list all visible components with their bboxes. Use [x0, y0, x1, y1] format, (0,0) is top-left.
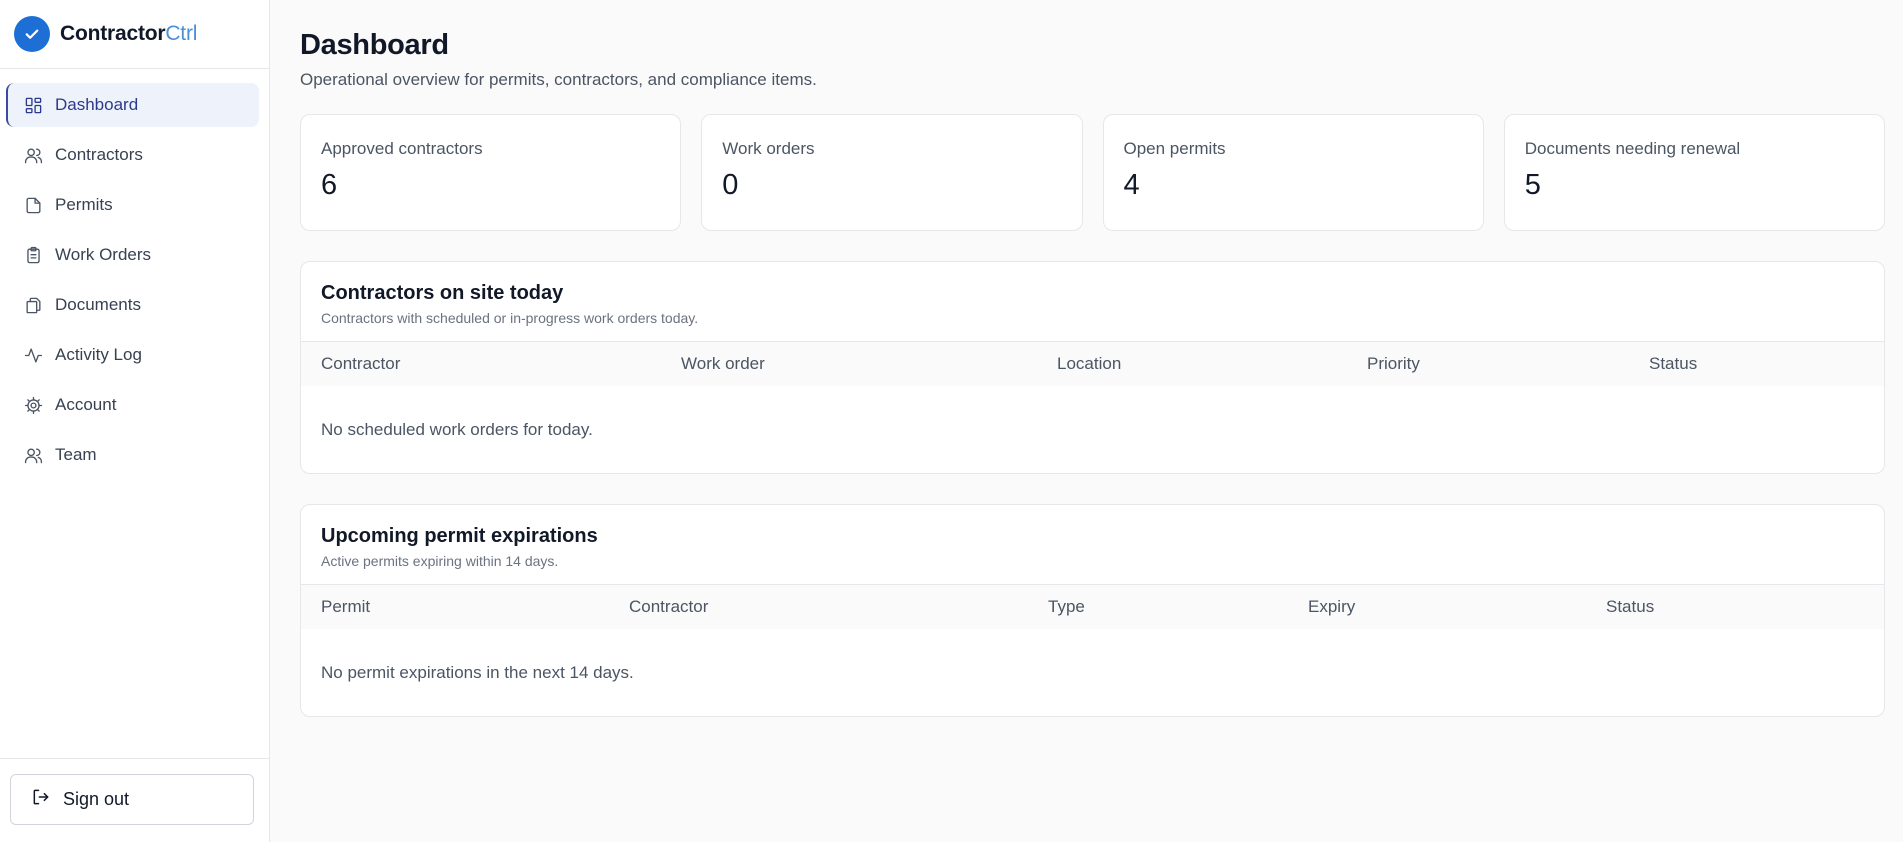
empty-state: No permit expirations in the next 14 day…: [321, 662, 634, 682]
column-header-permit[interactable]: Permit: [321, 597, 629, 617]
stat-label: Approved contractors: [321, 139, 483, 158]
stat-card-work-orders[interactable]: Work orders 0: [701, 114, 1083, 231]
expirations-panel: Upcoming permit expirations Active permi…: [300, 504, 1885, 717]
stat-label: Documents needing renewal: [1524, 139, 1741, 158]
sidebar-item-contractors[interactable]: Contractors: [6, 133, 259, 177]
log-out-icon: [31, 787, 51, 812]
table-header: Permit Contractor Type Expiry Status: [301, 585, 1884, 629]
panel-title: Contractors on site today: [321, 282, 564, 304]
panel-header: Contractors on site today Contractors wi…: [301, 262, 1884, 342]
sidebar-item-documents[interactable]: Documents: [6, 283, 259, 327]
empty-state: No scheduled work orders for today.: [321, 419, 593, 439]
column-header-status[interactable]: Status: [1606, 597, 1654, 617]
sidebar-item-work-orders[interactable]: Work Orders: [6, 233, 259, 277]
panel-description: Contractors with scheduled or in-progres…: [321, 310, 699, 326]
stat-value: 4: [1123, 169, 1140, 201]
sidebar-item-account[interactable]: Account: [6, 383, 259, 427]
page-title: Dashboard: [300, 29, 449, 61]
check-icon: [14, 16, 50, 52]
documents-icon: [24, 296, 43, 315]
stat-value: 0: [722, 169, 739, 201]
file-icon: [24, 196, 43, 215]
brand-name: ContractorCtrl: [60, 22, 198, 45]
sidebar-item-label: Activity Log: [55, 345, 142, 364]
stat-card-open-permits[interactable]: Open permits 4: [1102, 114, 1484, 231]
stat-card-approved-contractors[interactable]: Approved contractors 6: [300, 114, 682, 231]
sign-out-label: Sign out: [63, 789, 130, 809]
gear-icon: [24, 396, 43, 415]
activity-icon: [24, 346, 43, 365]
sidebar-item-label: Team: [55, 445, 97, 464]
clipboard-icon: [24, 246, 43, 265]
app-root: ContractorCtrl Dashboard Contractors Per…: [0, 0, 1903, 842]
column-header-type[interactable]: Type: [1048, 597, 1308, 617]
dashboard-icon: [24, 96, 43, 115]
stat-label: Open permits: [1123, 139, 1226, 158]
column-header-priority[interactable]: Priority: [1367, 354, 1649, 374]
sidebar-item-label: Contractors: [55, 145, 143, 164]
sidebar-item-label: Permits: [55, 195, 113, 214]
column-header-work-order[interactable]: Work order: [681, 354, 1057, 374]
sidebar-item-dashboard[interactable]: Dashboard: [6, 83, 259, 127]
stat-label: Work orders: [722, 139, 815, 158]
column-header-contractor[interactable]: Contractor: [629, 597, 1048, 617]
panel-description: Active permits expiring within 14 days.: [321, 553, 559, 569]
page-subtitle: Operational overview for permits, contra…: [300, 70, 817, 89]
sidebar-item-permits[interactable]: Permits: [6, 183, 259, 227]
team-icon: [24, 446, 43, 465]
column-header-status[interactable]: Status: [1649, 354, 1697, 374]
sidebar-item-label: Dashboard: [55, 95, 139, 114]
sidebar-item-label: Documents: [55, 295, 141, 314]
table-header: Contractor Work order Location Priority …: [301, 342, 1884, 386]
sidebar-nav: Dashboard Contractors Permits Work Order…: [0, 69, 269, 758]
panel-title: Upcoming permit expirations: [321, 525, 598, 547]
column-header-expiry[interactable]: Expiry: [1308, 597, 1606, 617]
users-icon: [24, 146, 43, 165]
panel-header: Upcoming permit expirations Active permi…: [301, 505, 1884, 585]
onsite-panel: Contractors on site today Contractors wi…: [300, 261, 1885, 474]
stat-value: 6: [321, 169, 338, 201]
sidebar-item-label: Work Orders: [55, 245, 152, 264]
sidebar: ContractorCtrl Dashboard Contractors Per…: [0, 0, 270, 842]
brand[interactable]: ContractorCtrl: [0, 0, 269, 69]
column-header-location[interactable]: Location: [1057, 354, 1367, 374]
stats-row: Approved contractors 6 Work orders 0 Ope…: [300, 114, 1885, 231]
sidebar-item-label: Account: [55, 395, 117, 414]
main-content: Dashboard Operational overview for permi…: [270, 0, 1903, 842]
stat-card-documents-needing-renewal[interactable]: Documents needing renewal 5: [1503, 114, 1885, 231]
sidebar-item-team[interactable]: Team: [6, 433, 259, 477]
sidebar-item-activity-log[interactable]: Activity Log: [6, 333, 259, 377]
sign-out-button[interactable]: Sign out: [10, 774, 254, 825]
stat-value: 5: [1524, 169, 1541, 201]
sidebar-footer: Sign out: [0, 758, 269, 842]
brand-name-accent: Ctrl: [165, 22, 198, 45]
column-header-contractor[interactable]: Contractor: [321, 354, 681, 374]
